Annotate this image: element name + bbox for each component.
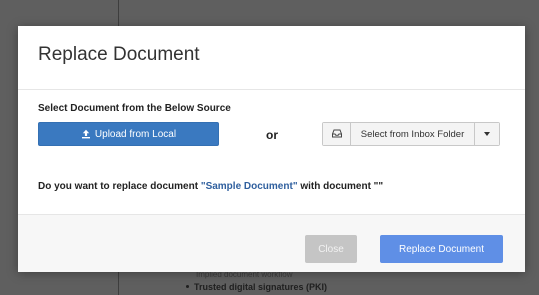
question-document-name: Sample Document (205, 181, 293, 192)
replace-document-modal: Replace Document Select Document from th… (18, 26, 525, 272)
inbox-dropdown-toggle[interactable] (474, 123, 499, 145)
upload-icon (81, 129, 91, 139)
inbox-icon-button[interactable] (323, 123, 351, 145)
background-text-line-2: Trusted digital signatures (PKI) (194, 282, 328, 292)
close-button[interactable]: Close (305, 235, 357, 263)
inbox-icon (331, 125, 342, 143)
replace-question: Do you want to replace document "Sample … (38, 181, 383, 192)
or-separator: or (266, 128, 278, 142)
question-prefix: Do you want to replace document (38, 181, 201, 192)
modal-title: Replace Document (38, 44, 200, 65)
replace-document-button[interactable]: Replace Document (380, 235, 503, 263)
modal-footer: Close Replace Document (18, 214, 525, 272)
background-bullet (186, 285, 189, 288)
modal-header: Replace Document (18, 26, 525, 90)
source-label: Select Document from the Below Source (38, 103, 231, 114)
select-from-inbox-button[interactable]: Select from Inbox Folder (351, 123, 474, 145)
inbox-folder-select-group: Select from Inbox Folder (322, 122, 500, 146)
chevron-down-icon (484, 132, 490, 136)
question-suffix: with document "" (297, 181, 384, 192)
upload-from-local-button[interactable]: Upload from Local (38, 122, 219, 146)
upload-button-label: Upload from Local (94, 128, 177, 140)
